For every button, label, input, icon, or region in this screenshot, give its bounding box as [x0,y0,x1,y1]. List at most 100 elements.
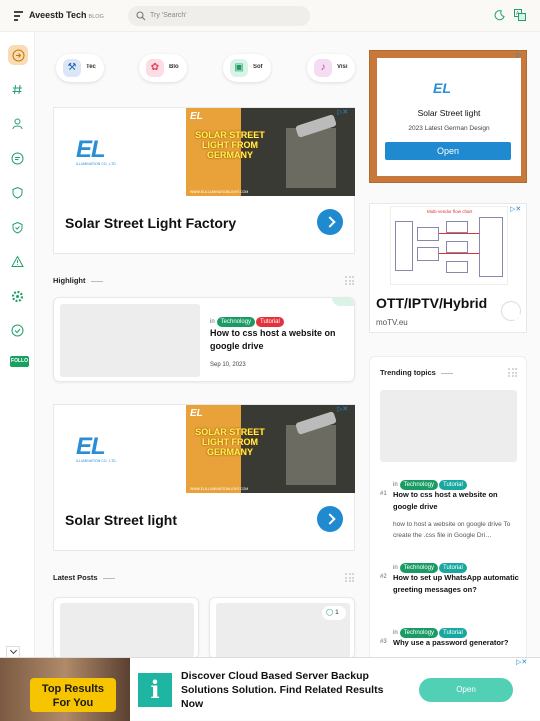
latest-title: Latest Posts [53,573,98,582]
category-label: Visi [337,64,348,70]
el-logo: EL ILLUMINATION CO., LTD. [76,433,117,463]
trending-post-title[interactable]: How to css host a website on google driv… [393,489,521,513]
category-label: Blo [169,64,179,70]
trending-item[interactable]: in Technology Tutorial #3 Why use a passwo… [380,621,525,647]
side-ad-title[interactable]: Solar Street light [377,108,521,118]
trending-thumbnail[interactable] [380,390,517,462]
dark-mode-icon[interactable] [494,10,505,21]
bottom-ad-text[interactable]: Discover Cloud Based Server Backup Solut… [181,669,401,711]
bottom-ad-image-text: Top Results For You [41,683,105,709]
side-ad-open-button[interactable]: Open [385,142,511,160]
flower-icon: ✿ [146,59,164,77]
category-software[interactable]: ▣ Sof [223,54,271,82]
login-icon[interactable] [8,45,28,65]
tag-tutorial[interactable]: Tutorial [256,317,284,327]
warning-icon[interactable] [11,255,24,268]
ad-choices-icon[interactable]: ▷✕ [510,205,521,213]
category-technology[interactable]: ⚒ Tec [56,54,104,82]
settings-icon[interactable] [11,290,24,303]
bottom-ad-open-button[interactable]: Open [419,678,513,702]
brand-tag: BLOG [88,14,104,20]
highlight-title: Highlight [53,276,86,285]
ad-solar-factory[interactable]: EL ILLUMINATION CO., LTD. EL SOLAR STREET… [53,107,355,254]
highlight-post-card[interactable]: in Technology Tutorial How to css host a w… [53,297,355,382]
post-thumbnail[interactable] [60,603,194,658]
latest-post-card[interactable]: ◯ 1 [209,597,355,659]
trending-post-title[interactable]: How to set up WhatsApp automatic greetin… [393,572,521,596]
music-icon: ♪ [314,59,332,77]
post-date: Sep 10, 2023 [210,362,246,368]
ott-title[interactable]: OTT/IPTV/Hybrid [376,295,487,311]
el-logo-sub: ILLUMINATION CO., LTD. [76,459,117,463]
el-logo-sub: ILLUMINATION CO., LTD. [76,162,117,166]
side-ad-solar[interactable]: EL Solar Street light 2023 Latest German… [369,50,527,183]
grid-dots-icon [345,573,354,582]
comment-count: 1 [335,609,339,616]
section-title-highlight: Highlight [53,276,103,285]
ad-arrow-button[interactable] [317,506,343,532]
follow-button[interactable]: FOLLO [10,356,29,367]
category-visual[interactable]: ♪ Visi [307,54,355,82]
ad-solar-light[interactable]: EL ILLUMINATION CO., LTD. EL SOLAR STREET… [53,404,355,551]
ad-choices-icon[interactable]: ▷ [516,51,521,59]
ad-choices-icon[interactable]: ▷✕ [337,108,348,116]
side-ad-ott[interactable]: ▷✕ Multi-vendor flow chart OTT/IPTV/Hybr… [369,203,527,333]
trending-item[interactable]: in Technology Tutorial #2 How to set up Wh… [380,556,525,594]
side-ad-panel: EL Solar Street light 2023 Latest German… [377,58,521,176]
ad-choices-icon[interactable]: ▷✕ [516,658,527,666]
ad-title[interactable]: Solar Street light [65,512,177,528]
category-blog[interactable]: ✿ Blo [139,54,187,82]
ott-diagram-title: Multi-vendor flow chart [427,209,473,214]
translate-icon[interactable]: A [514,9,526,21]
brand-name[interactable]: Aveestb Tech [29,10,87,20]
left-sidebar: FOLLO [0,32,35,658]
post-title[interactable]: How to css host a website on google driv… [210,327,350,353]
ad-image-brand: EL [190,408,203,419]
grid-dots-icon [508,368,517,377]
menu-icon[interactable] [14,11,23,21]
ad-solar-image: EL SOLAR STREET LIGHT FROM GERMANY WWW.E… [186,405,355,493]
shield-icon[interactable] [11,186,24,199]
site-brand[interactable]: Aveestb Tech BLOG [29,10,104,20]
bottom-ad-image[interactable]: Top Results For You [0,658,130,721]
bottom-anchor-ad[interactable]: Top Results For You i Discover Cloud Bas… [0,657,540,721]
trending-panel: Trending topics in Technology Tutorial #1 … [369,356,527,658]
info-icon: i [138,673,172,707]
top-header: Aveestb Tech BLOG Try 'Search' A [0,0,540,32]
ad-image-url: WWW.ELILLUMINATIONLIGHT.COM [190,190,249,194]
latest-post-card[interactable] [53,597,199,659]
ad-choices-icon[interactable]: ▷✕ [337,405,348,413]
post-thumbnail[interactable] [60,304,200,377]
profile-icon[interactable] [11,117,24,130]
el-logo-text: EL [76,136,106,163]
gamepad-icon: ▣ [230,59,248,77]
tag-technology[interactable]: Technology [216,317,256,327]
trending-item[interactable]: in Technology Tutorial #1 How to css host … [380,473,525,539]
ad-image-brand: EL [190,111,203,122]
search-input[interactable]: Try 'Search' [128,6,310,26]
trending-rank: #1 [380,491,387,497]
search-icon [136,11,146,21]
post-tags: in Technology Tutorial [210,310,285,328]
shield-check-icon[interactable] [11,221,24,234]
el-logo-text: EL [76,433,106,460]
trending-title-text: Trending topics [380,368,436,377]
check-circle-icon[interactable] [11,324,24,337]
chat-icon[interactable] [11,152,24,165]
ad-image-url: WWW.ELILLUMINATIONLIGHT.COM [190,487,249,491]
ad-logo-panel: EL ILLUMINATION CO., LTD. [54,108,186,196]
collapse-ad-button[interactable] [6,646,20,657]
ad-arrow-button[interactable] [317,209,343,235]
ad-title[interactable]: Solar Street Light Factory [65,215,236,231]
hashtag-icon[interactable] [11,83,24,96]
side-ad-subtitle: 2023 Latest German Design [408,125,490,132]
ad-logo-panel: EL ILLUMINATION CO., LTD. [54,405,186,493]
trending-post-title[interactable]: Why use a password generator? [393,637,521,649]
category-label: Sof [253,64,263,70]
ott-arrow-button[interactable] [501,301,521,321]
ott-domain: moTV.eu [376,318,408,327]
comment-count-badge[interactable]: ◯ 1 [322,606,346,620]
tag-prefix: in [393,630,398,636]
ad-image-text: SOLAR STREET LIGHT FROM GERMANY [195,130,265,160]
trending-rank: #3 [380,639,387,645]
